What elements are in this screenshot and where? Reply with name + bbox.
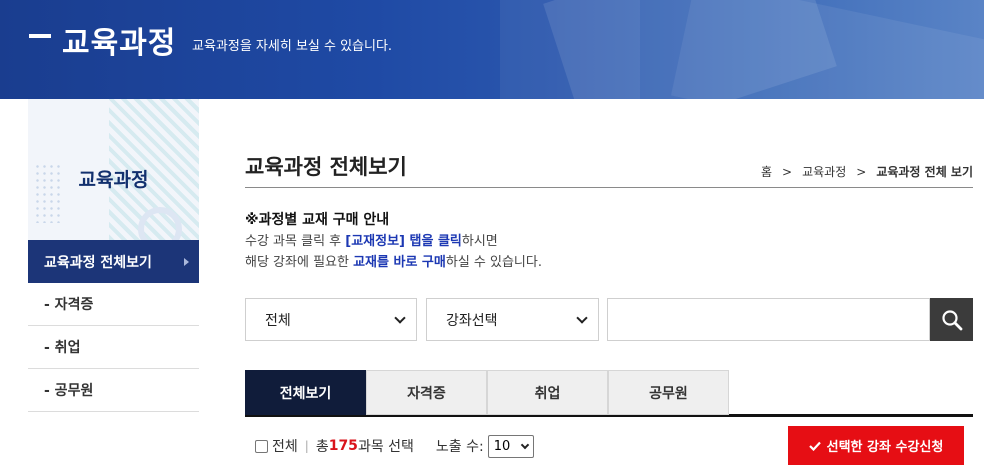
breadcrumb-current: 교육과정 전체 보기 <box>876 165 973 179</box>
notice-text: 하실 수 있습니다. <box>445 255 542 270</box>
tab-all[interactable]: 전체보기 <box>245 370 366 415</box>
sidebar-item-label: 교육과정 전체보기 <box>44 254 152 271</box>
notice-line-2: 해당 강좌에 필요한 교재를 바로 구매하실 수 있습니다. <box>245 252 542 273</box>
divider: | <box>304 439 309 453</box>
tab-employment[interactable]: 취업 <box>487 370 608 415</box>
sidebar-item-certificate[interactable]: - 자격증 <box>28 283 199 326</box>
breadcrumb: 홈 > 교육과정 > 교육과정 전체 보기 <box>761 163 973 180</box>
total-count: 175 <box>328 438 358 454</box>
list-controls: 전체 | 총 175 과목 선택 노출 수: 10 <box>255 434 534 458</box>
banner-subtitle: 교육과정을 자세히 보실 수 있습니다. <box>192 39 393 54</box>
search-icon <box>941 309 962 330</box>
notice-text: 해당 강좌에 필요한 <box>245 255 354 270</box>
category-select[interactable]: 전체 <box>245 298 417 341</box>
caret-right-icon <box>184 257 189 266</box>
per-page-value: 10 <box>493 438 511 454</box>
notice-line-1: 수강 과목 클릭 후 [교재정보] 탭을 클릭하시면 <box>245 231 542 252</box>
sidebar-header: 교육과정 <box>28 99 199 240</box>
course-select[interactable]: 강좌선택 <box>426 298 599 341</box>
chevron-down-icon <box>520 440 529 449</box>
select-all-label: 전체 <box>272 439 298 455</box>
sidebar-item-civil-service[interactable]: - 공무원 <box>28 369 199 412</box>
sidebar-item-all-courses[interactable]: 교육과정 전체보기 <box>28 240 199 283</box>
tab-certificate[interactable]: 자격증 <box>366 370 487 415</box>
banner-dash-mark <box>29 34 51 38</box>
breadcrumb-separator: > <box>856 164 867 179</box>
search-input[interactable] <box>607 298 930 341</box>
textbook-notice: ※과정별 교재 구매 안내 수강 과목 클릭 후 [교재정보] 탭을 클릭하시면… <box>245 210 542 273</box>
check-icon <box>808 441 821 451</box>
notice-highlight: [교재정보] 탭을 클릭 <box>345 234 462 249</box>
page-title: 교육과정 전체보기 <box>245 155 407 179</box>
select-all-checkbox[interactable] <box>255 439 268 453</box>
breadcrumb-home[interactable]: 홈 <box>761 163 772 180</box>
sidebar-item-employment[interactable]: - 취업 <box>28 326 199 369</box>
page-banner: 교육과정 교육과정을 자세히 보실 수 있습니다. <box>0 0 984 99</box>
enroll-selected-label: 선택한 강좌 수강신청 <box>826 440 944 455</box>
chevron-down-icon <box>576 311 588 324</box>
tab-civil-service[interactable]: 공무원 <box>608 370 729 415</box>
sidebar-item-label: - 자격증 <box>44 297 94 313</box>
banner-decoration <box>671 0 984 99</box>
category-select-value: 전체 <box>265 312 291 329</box>
per-page-label: 노출 수: <box>435 439 484 455</box>
breadcrumb-separator: > <box>782 164 793 179</box>
banner-title: 교육과정 <box>62 26 177 61</box>
sidebar-item-label: - 취업 <box>44 340 81 356</box>
total-suffix: 과목 선택 <box>357 439 414 455</box>
notice-highlight: 교재를 바로 구매 <box>353 255 446 270</box>
category-tabs: 전체보기 자격증 취업 공무원 <box>245 370 973 417</box>
search-button[interactable] <box>930 298 973 341</box>
course-filters: 전체 강좌선택 <box>245 298 973 341</box>
notice-heading: ※과정별 교재 구매 안내 <box>245 212 390 228</box>
sidebar-heading: 교육과정 <box>78 169 149 191</box>
title-divider <box>245 187 973 188</box>
per-page-select[interactable]: 10 <box>487 434 534 458</box>
breadcrumb-courses[interactable]: 교육과정 <box>802 163 846 180</box>
notice-text: 수강 과목 클릭 후 <box>245 234 346 249</box>
total-prefix: 총 <box>315 439 329 455</box>
notice-text: 하시면 <box>461 234 498 249</box>
sidebar: 교육과정 교육과정 전체보기 - 자격증 - 취업 - 공무원 <box>28 99 199 412</box>
sidebar-item-label: - 공무원 <box>44 383 94 399</box>
enroll-selected-button[interactable]: 선택한 강좌 수강신청 <box>788 426 964 465</box>
chevron-down-icon <box>394 311 406 324</box>
course-select-value: 강좌선택 <box>446 312 498 329</box>
